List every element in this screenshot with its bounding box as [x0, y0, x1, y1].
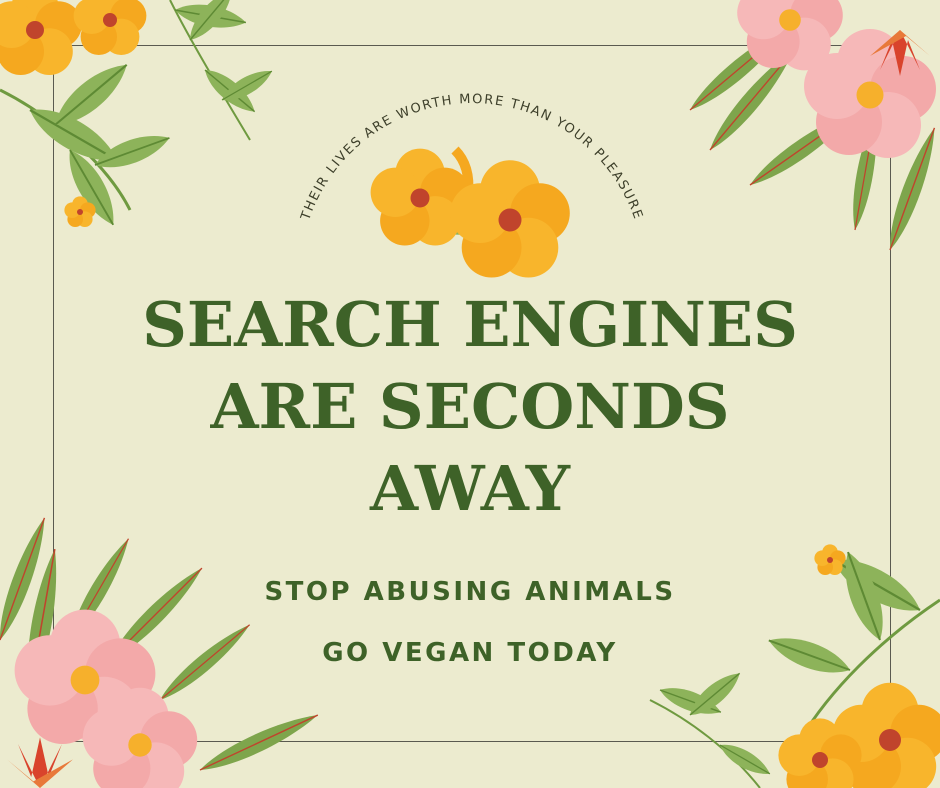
vegan-poster: THEIR LIVES ARE WORTH MORE THAN YOUR PLE… [0, 0, 940, 788]
arc-tagline-text: THEIR LIVES ARE WORTH MORE THAN YOUR PLE… [298, 92, 646, 223]
headline-line-3: AWAY [370, 452, 570, 525]
headline-line-2: ARE SECONDS [210, 370, 730, 443]
subline-2: GO VEGAN TODAY [322, 638, 618, 668]
headline-line-1: SEARCH ENGINES [142, 288, 798, 361]
subline-1: STOP ABUSING ANIMALS [264, 577, 676, 607]
